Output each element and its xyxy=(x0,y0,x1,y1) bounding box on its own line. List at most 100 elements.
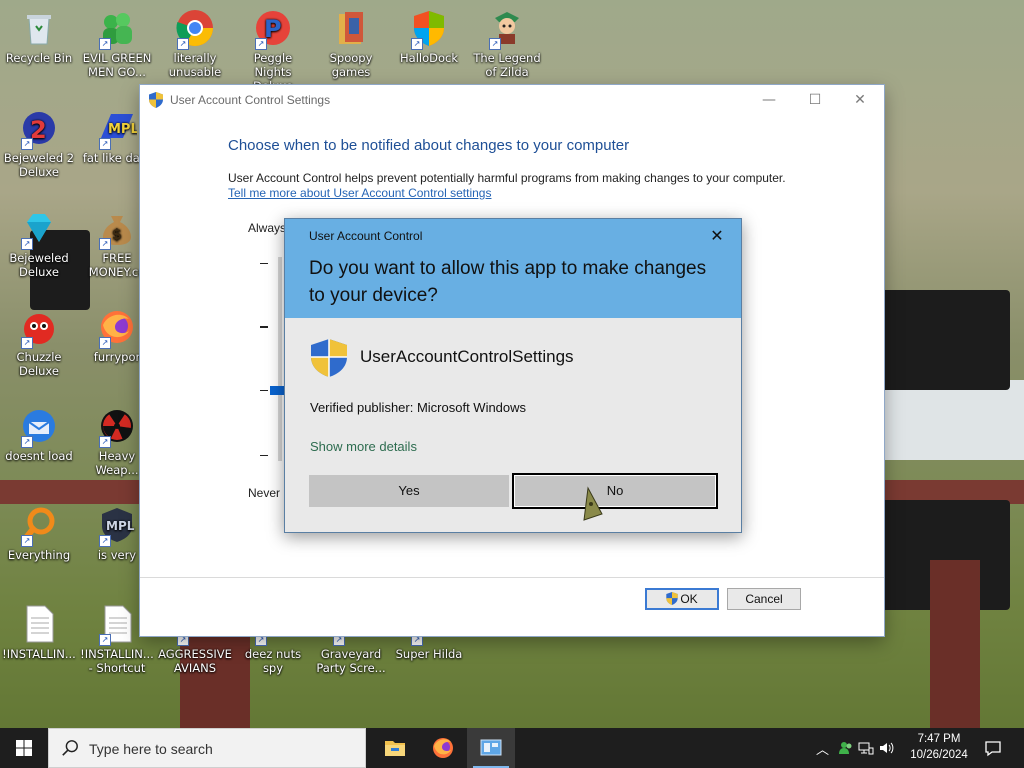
desktop-icon-label: Chuzzle Deluxe xyxy=(16,350,62,378)
desktop-icon-recycle-bin[interactable]: Recycle Bin xyxy=(2,8,76,65)
svg-text:MPL: MPL xyxy=(108,122,137,137)
chrome-icon: ↗ xyxy=(175,8,215,50)
desktop-icon-label: !INSTALLIN... - Shortcut xyxy=(80,647,154,675)
slider-tick xyxy=(260,455,268,456)
desktop-icon-installin[interactable]: !INSTALLIN... xyxy=(2,604,76,661)
desktop-icon-evil-green-men[interactable]: ↗ EVIL GREEN MEN GO... xyxy=(80,8,154,79)
mpl-shield-icon: MPL ↗ xyxy=(97,505,137,547)
green-men-icon: ↗ xyxy=(97,8,137,50)
window-title: User Account Control Settings xyxy=(170,93,331,107)
desktop-icon-label: Everything xyxy=(7,548,71,562)
svg-text:MPL: MPL xyxy=(106,519,135,533)
learn-more-link[interactable]: Tell me more about User Account Control … xyxy=(228,186,491,200)
settings-heading: Choose when to be notified about changes… xyxy=(228,137,630,154)
desktop-icon-bejeweled-2[interactable]: 2 ↗ Bejeweled 2 Deluxe xyxy=(2,108,76,179)
firefox-icon: ↗ xyxy=(97,307,137,349)
desktop-icon-everything[interactable]: ↗ Everything xyxy=(2,505,76,562)
taskbar-clock[interactable]: 7:47 PM 10/26/2024 xyxy=(904,731,974,763)
close-icon[interactable]: ✕ xyxy=(705,226,729,246)
shortcut-arrow-icon: ↗ xyxy=(411,38,423,50)
desktop-icon-label: Bejeweled 2 Deluxe xyxy=(3,151,75,179)
desktop-icon-label: Spoopy games xyxy=(329,51,373,79)
start-button[interactable] xyxy=(0,728,48,768)
taskbar-firefox[interactable] xyxy=(419,728,467,768)
mouse-cursor-icon xyxy=(583,486,603,521)
desktop-icon-legend-of-zilda[interactable]: ↗ The Legend of Zilda xyxy=(470,8,544,79)
slider-tick xyxy=(260,263,268,264)
uac-settings-icon xyxy=(480,739,502,756)
desktop-icon-label: Heavy Weap... xyxy=(95,449,139,477)
desktop-icon-label: deez nuts spy xyxy=(244,647,302,675)
desktop-icon-peggle-nights[interactable]: P↗ Peggle Nights Deluxe xyxy=(236,8,310,93)
radiation-icon: ↗ xyxy=(97,406,137,448)
wallpaper-leg-right xyxy=(930,560,980,728)
shortcut-arrow-icon: ↗ xyxy=(489,38,501,50)
slider-top-label: Always xyxy=(248,221,287,235)
taskbar-search-box[interactable]: Type here to search xyxy=(48,728,366,768)
desktop-icon-label: The Legend of Zilda xyxy=(473,51,541,79)
shortcut-arrow-icon: ↗ xyxy=(255,38,267,50)
shortcut-arrow-icon: ↗ xyxy=(21,535,33,547)
desktop-icon-label: is very xyxy=(97,548,137,562)
no-button[interactable]: No xyxy=(512,473,718,509)
close-button[interactable]: ✕ xyxy=(845,89,875,111)
notification-slider-thumb[interactable] xyxy=(270,386,284,395)
minimize-button[interactable]: — xyxy=(754,89,784,111)
slider-tick xyxy=(260,390,268,391)
app-name: UserAccountControlSettings xyxy=(360,347,574,366)
taskbar-uac-settings[interactable] xyxy=(467,728,515,768)
shortcut-arrow-icon: ↗ xyxy=(21,138,33,150)
desktop-icon-hallodock[interactable]: ↗ HalloDock xyxy=(392,8,466,65)
text-file-icon xyxy=(19,604,59,644)
notification-slider-track[interactable] xyxy=(278,257,282,461)
shortcut-arrow-icon: ↗ xyxy=(21,436,33,448)
desktop-icon-label: !INSTALLIN... xyxy=(2,647,76,661)
text-file-icon: ↗ xyxy=(97,604,137,646)
desktop-icon-label: Graveyard Party Scre... xyxy=(316,647,386,675)
ok-button[interactable]: OK xyxy=(645,588,719,610)
recycle-bin-icon xyxy=(19,8,59,48)
uac-prompt-header: User Account Control ✕ Do you want to al… xyxy=(285,219,741,318)
cancel-button[interactable]: Cancel xyxy=(727,588,801,610)
notification-icon xyxy=(985,741,1001,757)
desktop-icon-label: Bejeweled Deluxe xyxy=(9,251,69,279)
show-more-details-link[interactable]: Show more details xyxy=(310,439,417,454)
yes-button[interactable]: Yes xyxy=(309,475,509,507)
uac-prompt-question: Do you want to allow this app to make ch… xyxy=(309,258,707,306)
maximize-button[interactable]: ☐ xyxy=(800,89,830,111)
windows-logo-icon xyxy=(16,740,32,756)
taskbar-file-explorer[interactable] xyxy=(371,728,419,768)
taskbar: Type here to search ︿ 7:47 PM 10/26/2024 xyxy=(0,728,1024,768)
window-titlebar[interactable]: User Account Control Settings — ☐ ✕ xyxy=(140,85,884,115)
folder-icon xyxy=(331,8,371,48)
desktop-icon-label: Recycle Bin xyxy=(5,51,73,65)
action-center-button[interactable] xyxy=(978,728,1008,768)
shortcut-arrow-icon: ↗ xyxy=(177,38,189,50)
desktop-icon-spoopy-games[interactable]: Spoopy games xyxy=(314,8,388,79)
desktop-icon-doesnt-load[interactable]: ↗ doesnt load xyxy=(2,406,76,463)
uac-prompt-dialog: User Account Control ✕ Do you want to al… xyxy=(284,218,742,533)
desktop-icon-label: FREE MONEY.co xyxy=(88,251,146,279)
shortcut-arrow-icon: ↗ xyxy=(99,337,111,349)
desktop-icon-chrome[interactable]: ↗ literally unusable xyxy=(158,8,232,79)
diamond-icon: ↗ xyxy=(19,208,59,250)
shortcut-arrow-icon: ↗ xyxy=(99,238,111,250)
desktop-icon-bejeweled[interactable]: ↗ Bejeweled Deluxe xyxy=(2,208,76,279)
desktop-icon-chuzzle[interactable]: ↗ Chuzzle Deluxe xyxy=(2,307,76,378)
desktop-icon-label: EVIL GREEN MEN GO... xyxy=(82,51,152,79)
network-icon[interactable] xyxy=(858,740,874,756)
money-bag-icon: $ ↗ xyxy=(97,208,137,250)
desktop-icon-label: literally unusable xyxy=(168,51,222,79)
shortcut-arrow-icon: ↗ xyxy=(99,138,111,150)
volume-icon[interactable] xyxy=(878,740,894,756)
people-icon[interactable] xyxy=(838,740,854,756)
verified-publisher: Verified publisher: Microsoft Windows xyxy=(310,400,527,415)
shortcut-arrow-icon: ↗ xyxy=(99,535,111,547)
windows-shield-icon: ↗ xyxy=(409,8,449,50)
file-explorer-icon xyxy=(385,741,405,756)
search-icon xyxy=(62,740,78,756)
wallpaper-bracket-top xyxy=(880,290,1010,390)
chevron-up-icon[interactable]: ︿ xyxy=(816,739,829,758)
clock-date: 10/26/2024 xyxy=(910,749,968,761)
desktop-icon-label: HalloDock xyxy=(400,51,458,65)
